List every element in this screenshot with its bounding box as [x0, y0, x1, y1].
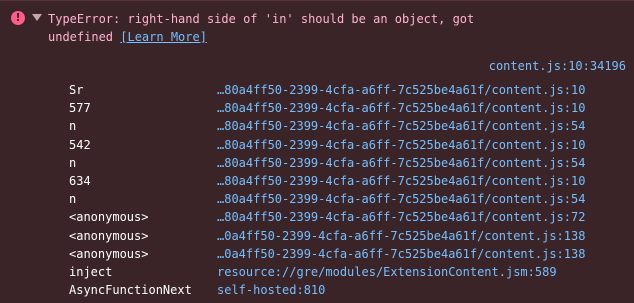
stack-frame-source-link[interactable]: resource://gre/modules/ExtensionContent.…: [217, 263, 557, 281]
stack-frame-function: <anonymous>: [69, 210, 149, 225]
stack-frame-source-link[interactable]: …80a4ff50-2399-4cfa-a6ff-7c525be4a61f/co…: [217, 81, 585, 99]
stack-frame-function: n: [69, 119, 77, 134]
stack-frame-function: <anonymous>: [69, 228, 149, 243]
stack-frame: Sr …80a4ff50-2399-4cfa-a6ff-7c525be4a61f/…: [0, 81, 634, 99]
stack-frame-source-link[interactable]: …0a4ff50-2399-4cfa-a6ff-7c525be4a61f/con…: [217, 245, 585, 263]
stack-frame-source-link[interactable]: …80a4ff50-2399-4cfa-a6ff-7c525be4a61f/co…: [217, 117, 585, 135]
stack-frame: 634 …80a4ff50-2399-4cfa-a6ff-7c525be4a61f…: [0, 172, 634, 190]
stack-frame-source-link[interactable]: …80a4ff50-2399-4cfa-a6ff-7c525be4a61f/co…: [217, 136, 585, 154]
stack-frame-source-link[interactable]: …80a4ff50-2399-4cfa-a6ff-7c525be4a61f/co…: [217, 99, 585, 117]
stack-frame-source-link[interactable]: …0a4ff50-2399-4cfa-a6ff-7c525be4a61f/con…: [217, 227, 585, 245]
stack-frame: n …80a4ff50-2399-4cfa-a6ff-7c525be4a61f/c…: [0, 117, 634, 135]
error-icon: !: [11, 11, 25, 25]
stack-trace: Sr …80a4ff50-2399-4cfa-a6ff-7c525be4a61f/…: [0, 81, 634, 299]
stack-frame-function: n: [69, 192, 77, 207]
stack-frame-function: 634: [69, 173, 91, 188]
stack-frame-source-link[interactable]: …80a4ff50-2399-4cfa-a6ff-7c525be4a61f/co…: [217, 172, 585, 190]
learn-more-link[interactable]: [Learn More]: [120, 30, 207, 44]
stack-frame-source-link[interactable]: …80a4ff50-2399-4cfa-a6ff-7c525be4a61f/co…: [217, 154, 585, 172]
stack-frame: <anonymous> …80a4ff50-2399-4cfa-a6ff-7c52…: [0, 208, 634, 226]
stack-frame-function: inject: [69, 264, 113, 279]
stack-frame-source-link[interactable]: …80a4ff50-2399-4cfa-a6ff-7c525be4a61f/co…: [217, 190, 585, 208]
stack-frame: AsyncFunctionNext self-hosted:810: [0, 281, 634, 299]
stack-frame: <anonymous> …0a4ff50-2399-4cfa-a6ff-7c525…: [0, 227, 634, 245]
stack-frame: inject resource://gre/modules/ExtensionCo…: [0, 263, 634, 281]
stack-frame-function: n: [69, 155, 77, 170]
error-location-link[interactable]: content.js:10:34196: [489, 57, 626, 75]
expand-twisty-icon[interactable]: [32, 14, 42, 21]
stack-frame-source-link[interactable]: …80a4ff50-2399-4cfa-a6ff-7c525be4a61f/co…: [217, 208, 585, 226]
console-error-message: ! TypeError: right-hand side of 'in' sho…: [0, 0, 634, 303]
stack-frame-function: Sr: [69, 83, 84, 97]
stack-frame: <anonymous> …0a4ff50-2399-4cfa-a6ff-7c525…: [0, 245, 634, 263]
stack-frame: n …80a4ff50-2399-4cfa-a6ff-7c525be4a61f/c…: [0, 190, 634, 208]
stack-frame-function: AsyncFunctionNext: [69, 283, 192, 298]
stack-frame-function: <anonymous>: [69, 246, 149, 261]
stack-frame-function: 542: [69, 137, 91, 152]
error-message-text: TypeError: right-hand side of 'in' shoul…: [48, 12, 475, 44]
stack-frame: n …80a4ff50-2399-4cfa-a6ff-7c525be4a61f/c…: [0, 154, 634, 172]
error-message: TypeError: right-hand side of 'in' shoul…: [48, 10, 608, 46]
stack-frame-source-link[interactable]: self-hosted:810: [217, 281, 325, 299]
stack-frame-function: 577: [69, 101, 91, 116]
stack-frame: 577 …80a4ff50-2399-4cfa-a6ff-7c525be4a61f…: [0, 99, 634, 117]
stack-frame: 542 …80a4ff50-2399-4cfa-a6ff-7c525be4a61f…: [0, 136, 634, 154]
